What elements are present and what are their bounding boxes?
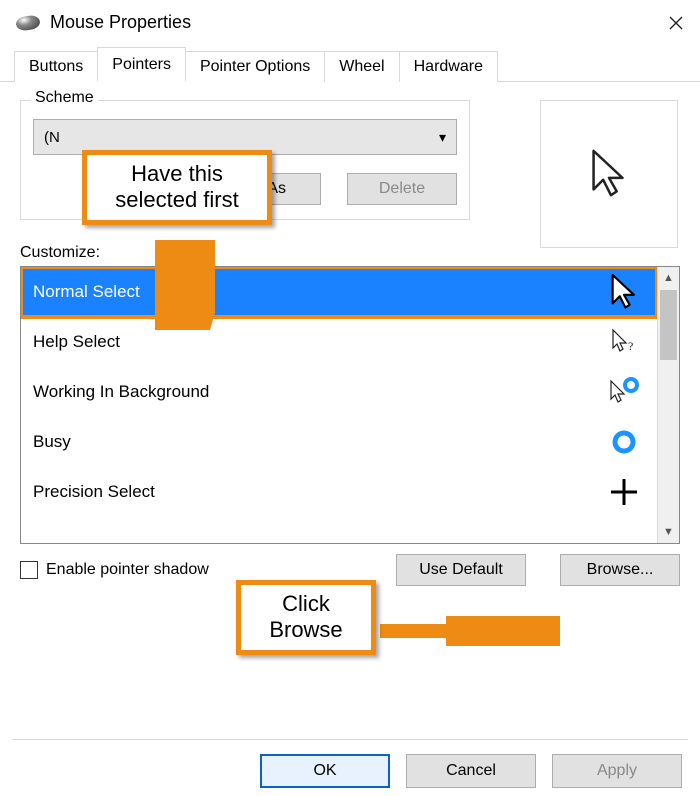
browse-label: Browse... (587, 561, 654, 579)
enable-shadow-label: Enable pointer shadow (46, 561, 209, 579)
ok-button[interactable]: OK (260, 754, 390, 788)
list-item-label: Working In Background (33, 382, 209, 402)
cursor-preview (540, 100, 678, 248)
arrow-cursor-icon (585, 147, 633, 201)
annotation-arrow-icon (155, 240, 215, 330)
crosshair-cursor-icon (607, 477, 641, 507)
tab-hardware[interactable]: Hardware (399, 51, 498, 82)
cancel-button[interactable]: Cancel (406, 754, 536, 788)
scroll-down-icon[interactable]: ▼ (658, 521, 679, 543)
list-item[interactable]: Precision Select (21, 467, 657, 517)
tab-wheel[interactable]: Wheel (324, 51, 399, 82)
arrow-cursor-icon (607, 272, 641, 312)
busy-cursor-icon (607, 427, 641, 457)
list-item-label: Help Select (33, 332, 120, 352)
apply-label: Apply (597, 762, 637, 780)
annotation-callout-1: Have this selected first (82, 150, 272, 225)
scheme-selected-value: (N (44, 129, 60, 146)
browse-button[interactable]: Browse... (560, 554, 680, 586)
cursor-list: Normal Select Help Select ? Working In B… (20, 266, 680, 544)
list-item[interactable]: Normal Select (21, 267, 657, 317)
title-bar: Mouse Properties (0, 0, 700, 46)
annotation-1-text: Have this selected first (115, 161, 239, 212)
use-default-button[interactable]: Use Default (396, 554, 526, 586)
checkbox-icon (20, 561, 38, 579)
list-item[interactable]: Busy (21, 417, 657, 467)
delete-label: Delete (379, 180, 425, 198)
window-title: Mouse Properties (50, 12, 191, 33)
svg-text:?: ? (628, 339, 633, 353)
list-item[interactable]: Working In Background (21, 367, 657, 417)
scheme-legend: Scheme (31, 89, 98, 107)
scrollbar[interactable]: ▲ ▼ (657, 267, 679, 543)
background-cursor-icon (607, 375, 641, 409)
scroll-up-icon[interactable]: ▲ (658, 267, 679, 289)
list-item-label: Busy (33, 432, 71, 452)
mouse-icon (15, 14, 41, 31)
list-item-label: Precision Select (33, 482, 155, 502)
use-default-label: Use Default (419, 561, 503, 579)
apply-button[interactable]: Apply (552, 754, 682, 788)
annotation-arrow-icon (380, 616, 560, 646)
help-cursor-icon: ? (607, 325, 641, 359)
list-item[interactable]: Help Select ? (21, 317, 657, 367)
tab-buttons[interactable]: Buttons (14, 51, 98, 82)
divider (12, 739, 688, 740)
annotation-2-text: Click Browse (269, 591, 342, 642)
close-icon (668, 15, 684, 31)
delete-button[interactable]: Delete (347, 173, 457, 205)
ok-label: OK (313, 762, 336, 780)
close-button[interactable] (652, 0, 700, 46)
enable-shadow-checkbox[interactable]: Enable pointer shadow (20, 561, 209, 579)
chevron-down-icon: ▾ (439, 129, 446, 146)
scroll-thumb[interactable] (660, 290, 677, 360)
tab-strip: Buttons Pointers Pointer Options Wheel H… (0, 46, 700, 82)
tab-pointer-options[interactable]: Pointer Options (185, 51, 325, 82)
dialog-footer: OK Cancel Apply (260, 754, 682, 788)
tab-pointers[interactable]: Pointers (97, 47, 186, 82)
annotation-callout-2: Click Browse (236, 580, 376, 655)
cancel-label: Cancel (446, 762, 496, 780)
list-item-label: Normal Select (33, 282, 140, 302)
